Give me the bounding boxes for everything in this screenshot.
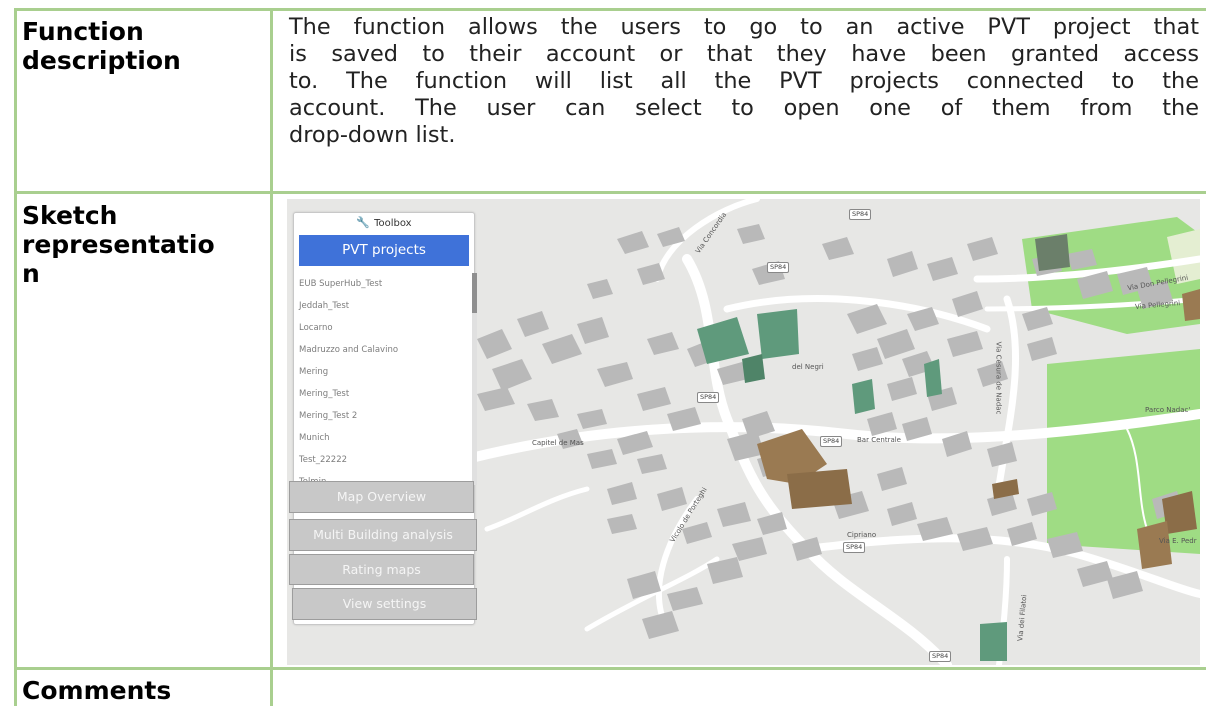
project-list-scroll-thumb[interactable] xyxy=(472,273,477,313)
map-label: Parco Nadac' xyxy=(1145,406,1191,414)
project-item[interactable]: EUB SuperHub_Test xyxy=(299,279,382,289)
road-shield: SP84 xyxy=(843,542,866,553)
label-line: description xyxy=(22,46,181,75)
pvt-projects-button[interactable]: PVT projects xyxy=(299,235,469,266)
label-line: Comments xyxy=(22,676,172,705)
toolbox-header[interactable]: 🔧 Toolbox xyxy=(294,213,474,233)
table-border-top xyxy=(14,8,1206,11)
project-list: EUB SuperHub_Test Jeddah_Test Locarno Ma… xyxy=(296,273,468,487)
description-line: drop-down list. xyxy=(289,122,456,148)
function-description-label: Function description xyxy=(22,17,181,75)
map-label: Cipriano xyxy=(847,531,877,539)
map-label: Via E. Pedr xyxy=(1159,537,1197,545)
map-overview-button[interactable]: Map Overview xyxy=(289,481,474,513)
comments-label: Comments xyxy=(22,676,171,705)
description-line: to. The function will list all the PVT p… xyxy=(289,68,1199,94)
wrench-icon: 🔧 xyxy=(356,216,371,229)
rating-maps-button[interactable]: Rating maps xyxy=(289,554,474,585)
road-shield: SP84 xyxy=(767,262,790,273)
road-shield: SP84 xyxy=(820,436,843,447)
project-item[interactable]: Mering_Test 2 xyxy=(299,411,357,421)
map-label: Via Cesura de Nadac xyxy=(994,341,1003,415)
label-line: n xyxy=(22,259,40,288)
project-item[interactable]: Jeddah_Test xyxy=(299,301,349,311)
description-line: is saved to their account or that they h… xyxy=(289,41,1199,67)
project-item[interactable]: Madruzzo and Calavino xyxy=(299,345,398,355)
toolbox-title: Toolbox xyxy=(374,218,412,229)
function-description-text: The function allows the users to go to a… xyxy=(289,14,1199,149)
project-item[interactable]: Locarno xyxy=(299,323,333,333)
map-label: del Negri xyxy=(792,363,824,371)
project-item[interactable]: Mering xyxy=(299,367,328,377)
project-item[interactable]: Test_22222 xyxy=(299,455,347,465)
project-item[interactable]: Mering_Test xyxy=(299,389,349,399)
label-line: Sketch xyxy=(22,201,118,230)
project-item[interactable]: Munich xyxy=(299,433,330,443)
road-shield: SP84 xyxy=(697,392,720,403)
table-column-divider xyxy=(270,8,273,706)
table-border-left xyxy=(14,8,17,706)
label-line: representatio xyxy=(22,230,215,259)
map-sketch: Via Concordia Via Don Pellegrini Via Pel… xyxy=(287,199,1200,665)
table-border-row2 xyxy=(14,667,1206,670)
map-label: Bar Centrale xyxy=(857,436,901,444)
view-settings-button[interactable]: View settings xyxy=(292,588,477,620)
description-line: account. The user can select to open one… xyxy=(289,95,1199,121)
road-shield: SP84 xyxy=(849,209,872,220)
table-border-row1 xyxy=(14,191,1206,194)
multi-building-analysis-button[interactable]: Multi Building analysis xyxy=(289,519,477,551)
description-line: The function allows the users to go to a… xyxy=(289,14,1199,40)
label-line: Function xyxy=(22,17,144,46)
map-label: Capitel de Mas xyxy=(532,439,584,447)
sketch-representation-label: Sketch representatio n xyxy=(22,201,215,288)
road-shield: SP84 xyxy=(929,651,952,662)
